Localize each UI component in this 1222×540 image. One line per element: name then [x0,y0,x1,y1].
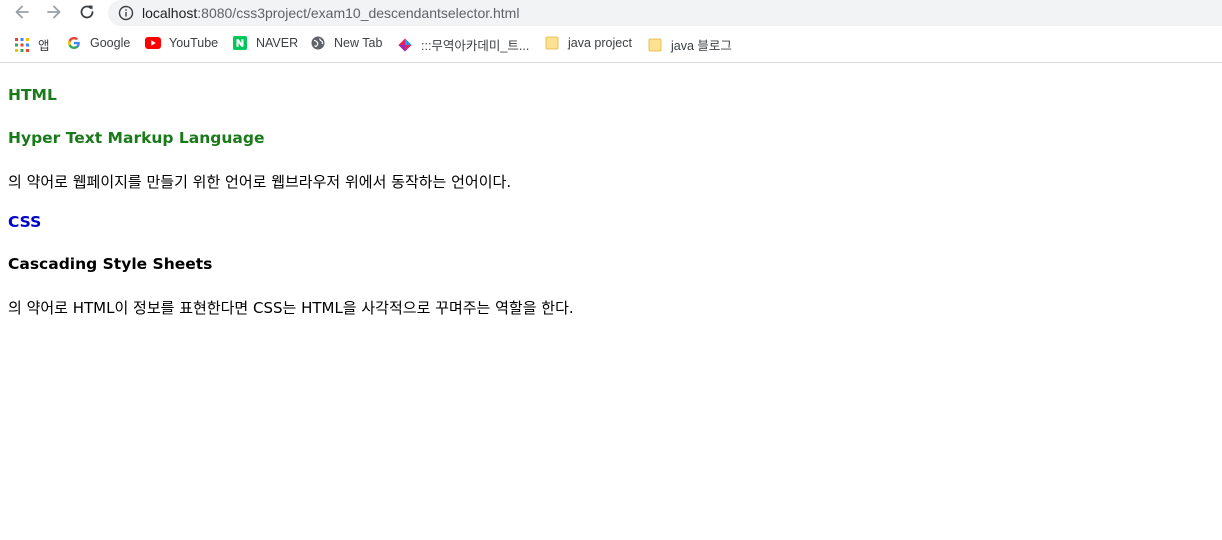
url-text[interactable]: localhost:8080/css3project/exam10_descen… [142,5,519,21]
browser-toolbar: localhost:8080/css3project/exam10_descen… [0,0,1222,26]
bookmark-label: :::무역아카데미_트... [421,39,530,53]
html-heading: HTML [8,86,57,104]
globe-icon [310,35,326,51]
bookmark-label: Google [90,36,131,50]
bookmark-label: NAVER [256,36,299,50]
bookmark-java-blog[interactable]: java 블로그 [647,35,732,54]
address-bar[interactable]: localhost:8080/css3project/exam10_descen… [108,0,1222,26]
css-description: 의 약어로 HTML이 정보를 표현한다면 CSS는 HTML을 사각적으로 꾸… [8,299,574,317]
html-description: 의 약어로 웹페이지를 만들기 위한 언어로 웹브라우저 위에서 동작하는 언어… [8,173,512,191]
back-button[interactable] [10,0,34,24]
html-full-name: Hyper Text Markup Language [8,129,265,147]
url-host: localhost [142,5,198,21]
youtube-icon [145,35,161,51]
bookmark-label: New Tab [334,36,383,50]
bookmark-google[interactable]: Google [66,35,130,51]
browser-chrome: localhost:8080/css3project/exam10_descen… [0,0,1222,63]
reload-button[interactable] [75,0,99,24]
google-icon [66,35,82,51]
bookmark-label: 앱 [38,39,50,53]
arrow-right-icon [47,5,61,19]
bookmark-naver[interactable]: NAVER [232,35,298,51]
folder-icon [647,37,663,53]
bookmark-apps[interactable]: 앱 [14,35,50,54]
arrow-left-icon [15,5,29,19]
css-heading: CSS [8,213,42,231]
bookmark-label: java 블로그 [671,39,732,53]
info-icon[interactable] [118,5,134,21]
apps-grid-icon [14,37,30,53]
forward-button[interactable] [42,0,66,24]
bookmark-java-project[interactable]: java project [544,35,632,51]
folder-icon [544,35,560,51]
diamond-logo-icon [397,37,413,53]
reload-icon [80,5,94,19]
url-path: :8080/css3project/exam10_descendantselec… [197,5,520,21]
bookmark-label: YouTube [169,36,219,50]
bookmark-youtube[interactable]: YouTube [145,35,218,51]
css-full-name: Cascading Style Sheets [8,255,213,273]
bookmark-trade-academy[interactable]: :::무역아카데미_트... [397,35,529,54]
bookmark-label: java project [568,36,632,50]
naver-icon [232,35,248,51]
bookmark-new-tab[interactable]: New Tab [310,35,382,51]
